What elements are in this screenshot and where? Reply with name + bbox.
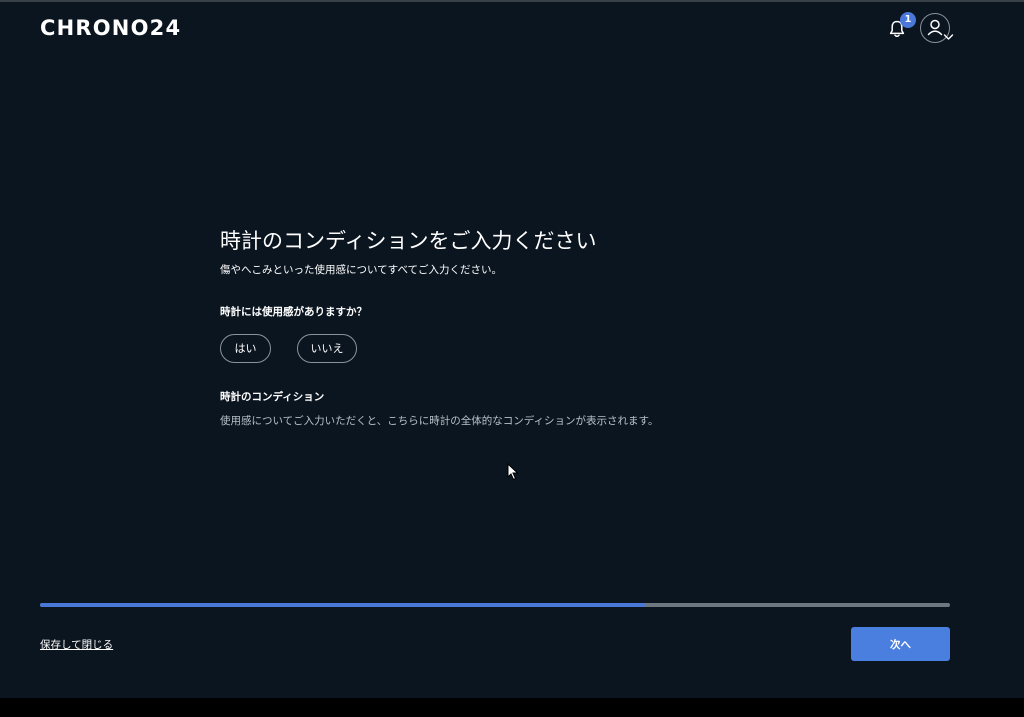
- progress-bar: [40, 603, 950, 607]
- chevron-down-icon: [943, 34, 954, 40]
- wear-question: 時計には使用感がありますか？: [220, 306, 367, 318]
- condition-description: 使用感についてご入力いただくと、こちらに時計の全体的なコンディションが表示されま…: [220, 415, 659, 427]
- progress-bar-fill: [40, 603, 646, 607]
- page-title: 時計のコンディションをご入力ください: [220, 229, 597, 253]
- chrono24-logo[interactable]: CHRONO24: [40, 15, 181, 41]
- wear-options: はい いいえ: [220, 334, 820, 363]
- app-window: CHRONO24 1 時計のコンディションをご入力ください 傷やへこみといった使…: [0, 0, 1024, 698]
- no-button[interactable]: いいえ: [297, 334, 357, 363]
- save-and-close-link[interactable]: 保存して閉じる: [40, 637, 113, 653]
- yes-button[interactable]: はい: [220, 334, 271, 363]
- condition-heading: 時計のコンディション: [220, 391, 325, 403]
- next-button[interactable]: 次へ: [851, 627, 950, 661]
- condition-form: 時計のコンディションをご入力ください 傷やへこみといった使用感についてすべてご入…: [220, 226, 820, 429]
- mouse-cursor-icon: [507, 463, 519, 481]
- account-menu-button[interactable]: [920, 13, 954, 45]
- page-subtitle: 傷やへこみといった使用感についてすべてご入力ください。: [220, 264, 503, 276]
- notification-badge: 1: [900, 12, 916, 28]
